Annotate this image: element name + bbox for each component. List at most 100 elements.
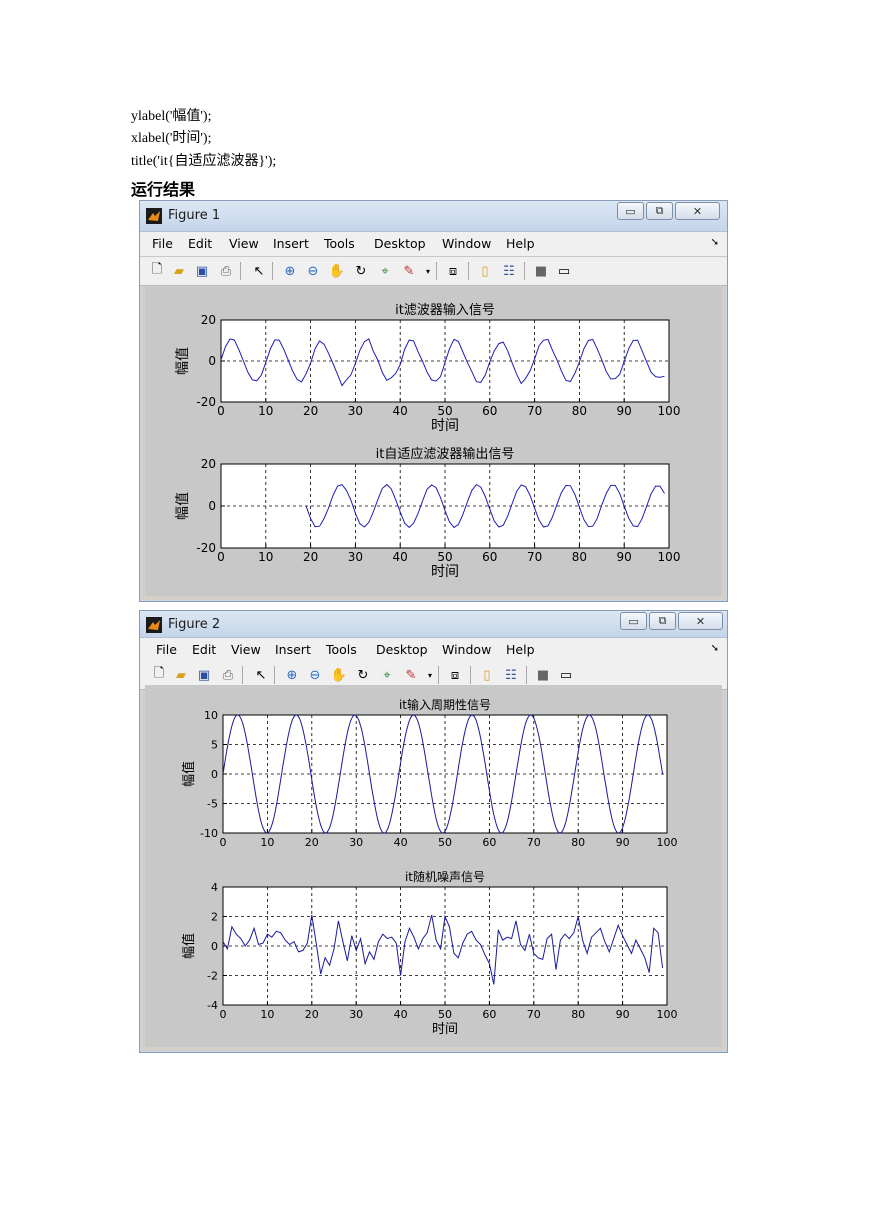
close-button[interactable]: ✕ xyxy=(678,612,723,630)
minimize-button[interactable]: ▭ xyxy=(617,202,644,220)
x-tick-label: 50 xyxy=(437,404,452,418)
menu-help[interactable]: Help xyxy=(506,642,535,657)
x-tick-label: 30 xyxy=(348,404,363,418)
link-plot-icon[interactable]: ⧈ xyxy=(446,666,464,684)
minimize-button[interactable]: ▭ xyxy=(620,612,647,630)
zoom-in-icon[interactable]: ⊕ xyxy=(281,262,299,280)
x-tick-label: 0 xyxy=(220,836,227,849)
matlab-icon xyxy=(146,208,162,224)
menu-tools[interactable]: Tools xyxy=(324,236,355,251)
x-tick-label: 0 xyxy=(220,1008,227,1021)
toolbar-separator xyxy=(470,666,471,684)
figure-2-title: Figure 2 xyxy=(168,617,221,632)
show-plot-tools-icon[interactable]: ▭ xyxy=(557,666,575,684)
brush-icon[interactable]: ✎ xyxy=(402,666,420,684)
y-tick-label: 5 xyxy=(211,739,218,752)
hide-plot-tools-icon[interactable]: ■ xyxy=(532,262,550,280)
x-tick-label: 0 xyxy=(217,404,225,418)
close-button[interactable]: ✕ xyxy=(675,202,720,220)
menu-help[interactable]: Help xyxy=(506,236,535,251)
chart-fig2-bottom: 0 10 20 30 40 50 60 70 80 90 100 -4 -2 0 2 4 it随机噪声信号幅值时… xyxy=(181,869,678,1037)
brush-dropdown-icon[interactable]: ▾ xyxy=(421,666,439,684)
menu-desktop[interactable]: Desktop xyxy=(376,642,428,657)
figure-1-menubar: File Edit View Insert Tools Desktop Wind… xyxy=(140,232,727,257)
chart-fig2-top: 0 10 20 30 40 50 60 70 80 90 100 -10 -5 0 5 10 it输入周期性信号… xyxy=(181,697,678,849)
zoom-out-icon[interactable]: ⊖ xyxy=(306,666,324,684)
menu-edit[interactable]: Edit xyxy=(192,642,216,657)
maximize-button[interactable]: ⧉ xyxy=(646,202,673,220)
menu-desktop[interactable]: Desktop xyxy=(374,236,426,251)
toolbar-separator xyxy=(272,262,273,280)
x-tick-label: 30 xyxy=(349,1008,363,1021)
pan-hand-icon[interactable]: ✋ xyxy=(330,666,348,684)
menu-file[interactable]: File xyxy=(152,236,173,251)
x-tick-label: 60 xyxy=(482,1008,496,1021)
x-tick-label: 50 xyxy=(438,836,452,849)
new-figure-icon[interactable]: 🗋 xyxy=(148,262,166,280)
data-cursor-icon[interactable]: ⌖ xyxy=(376,262,394,280)
x-tick-label: 10 xyxy=(258,550,273,564)
x-axis-label: 时间 xyxy=(432,1022,458,1037)
pan-hand-icon[interactable]: ✋ xyxy=(328,262,346,280)
print-icon[interactable]: ⎙ xyxy=(219,666,237,684)
menu-view[interactable]: View xyxy=(231,642,261,657)
figure-2-canvas: 0 10 20 30 40 50 60 70 80 90 100-10-50510it输入周期性信号… xyxy=(181,697,678,1037)
figure-2-window: Figure 2 ▭ ⧉ ✕ File Edit View Insert Too… xyxy=(139,610,728,1053)
y-tick-label: 0 xyxy=(208,499,216,513)
edit-plot-arrow-icon[interactable]: ↖ xyxy=(252,666,270,684)
figure-1-titlebar[interactable]: Figure 1 ▭ ⧉ ✕ xyxy=(140,201,727,232)
save-icon[interactable]: ▣ xyxy=(195,666,213,684)
y-axis-label: 幅值 xyxy=(175,347,191,375)
x-tick-label: 20 xyxy=(305,836,319,849)
x-tick-label: 40 xyxy=(393,550,408,564)
menu-window[interactable]: Window xyxy=(442,236,491,251)
menu-insert[interactable]: Insert xyxy=(273,236,309,251)
x-tick-label: 80 xyxy=(571,1008,585,1021)
chart-title: it随机噪声信号 xyxy=(405,869,485,884)
menu-insert[interactable]: Insert xyxy=(275,642,311,657)
y-tick-label: -20 xyxy=(196,395,216,409)
figure-2-titlebar[interactable]: Figure 2 ▭ ⧉ ✕ xyxy=(140,611,727,638)
colorbar-icon[interactable]: ▯ xyxy=(476,262,494,280)
edit-plot-arrow-icon[interactable]: ↖ xyxy=(250,262,268,280)
menu-window[interactable]: Window xyxy=(442,642,491,657)
y-tick-label: 0 xyxy=(208,354,216,368)
open-file-icon[interactable]: ▰ xyxy=(172,666,190,684)
x-axis-label: 时间 xyxy=(431,564,459,580)
x-tick-label: 90 xyxy=(616,836,630,849)
x-tick-label: 80 xyxy=(572,404,587,418)
brush-dropdown-icon[interactable]: ▾ xyxy=(419,262,437,280)
brush-icon[interactable]: ✎ xyxy=(400,262,418,280)
link-plot-icon[interactable]: ⧈ xyxy=(444,262,462,280)
x-tick-label: 30 xyxy=(348,550,363,564)
menu-file[interactable]: File xyxy=(156,642,177,657)
zoom-out-icon[interactable]: ⊖ xyxy=(304,262,322,280)
x-tick-label: 0 xyxy=(217,550,225,564)
menu-edit[interactable]: Edit xyxy=(188,236,212,251)
rotate-3d-icon[interactable]: ↻ xyxy=(354,666,372,684)
maximize-button[interactable]: ⧉ xyxy=(649,612,676,630)
y-axis-label: 幅值 xyxy=(175,492,191,520)
legend-icon[interactable]: ☷ xyxy=(500,262,518,280)
rotate-3d-icon[interactable]: ↻ xyxy=(352,262,370,280)
x-tick-label: 100 xyxy=(658,404,681,418)
menu-dock-arrow-icon[interactable]: ➘ xyxy=(711,643,719,654)
y-tick-label: -5 xyxy=(207,798,218,811)
menu-dock-arrow-icon[interactable]: ➘ xyxy=(711,237,719,248)
new-figure-icon[interactable]: 🗋 xyxy=(150,666,168,684)
legend-icon[interactable]: ☷ xyxy=(502,666,520,684)
show-plot-tools-icon[interactable]: ▭ xyxy=(555,262,573,280)
x-tick-label: 100 xyxy=(657,1008,678,1021)
open-file-icon[interactable]: ▰ xyxy=(170,262,188,280)
colorbar-icon[interactable]: ▯ xyxy=(478,666,496,684)
x-tick-label: 80 xyxy=(572,550,587,564)
toolbar-separator xyxy=(240,262,241,280)
zoom-in-icon[interactable]: ⊕ xyxy=(283,666,301,684)
menu-tools[interactable]: Tools xyxy=(326,642,357,657)
menu-view[interactable]: View xyxy=(229,236,259,251)
print-icon[interactable]: ⎙ xyxy=(217,262,235,280)
hide-plot-tools-icon[interactable]: ■ xyxy=(534,666,552,684)
save-icon[interactable]: ▣ xyxy=(193,262,211,280)
y-tick-label: 4 xyxy=(211,881,218,894)
data-cursor-icon[interactable]: ⌖ xyxy=(378,666,396,684)
